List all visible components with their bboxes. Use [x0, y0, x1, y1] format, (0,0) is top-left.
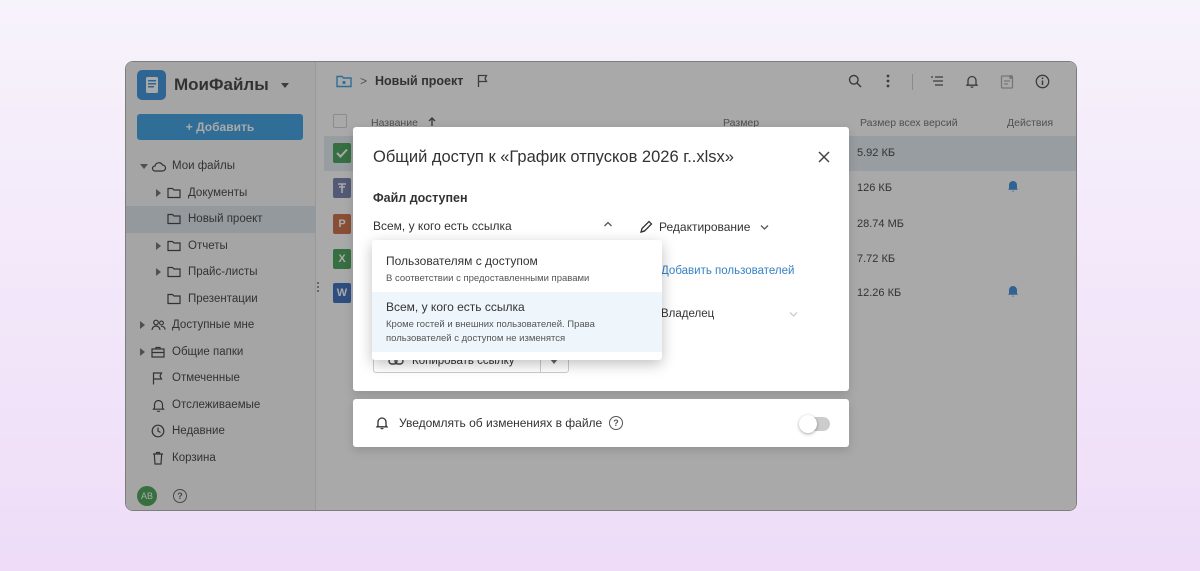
bell-icon — [375, 417, 389, 430]
access-select-value: Всем, у кого есть ссылка — [373, 219, 512, 233]
access-dropdown-menu: Пользователям с доступом В соответствии с… — [372, 240, 662, 360]
dropdown-option[interactable]: Всем, у кого есть ссылка Кроме гостей и в… — [372, 292, 662, 352]
access-select[interactable]: Всем, у кого есть ссылка — [373, 219, 613, 235]
owner-role: Владелец — [661, 308, 715, 320]
dropdown-option-title: Всем, у кого есть ссылка — [386, 300, 525, 314]
notify-toggle[interactable] — [799, 415, 830, 433]
chevron-down-icon — [760, 225, 769, 230]
dropdown-option[interactable]: Пользователям с доступом В соответствии с… — [372, 240, 662, 292]
toggle-knob — [799, 415, 817, 433]
add-users-link[interactable]: Добавить пользователей — [661, 265, 794, 277]
pencil-icon — [640, 220, 653, 233]
close-icon[interactable] — [817, 150, 831, 164]
dropdown-option-title: Пользователям с доступом — [386, 254, 538, 268]
dialog-title: Общий доступ к «График отпусков 2026 г..… — [373, 148, 734, 166]
notify-label: Уведомлять об изменениях в файле — [399, 416, 603, 430]
dropdown-option-description: Кроме гостей и внешних пользователей. Пр… — [386, 319, 595, 344]
access-section-label: Файл доступен — [373, 191, 468, 205]
dropdown-option-description: В соответствии с предоставленными правам… — [386, 273, 590, 284]
permission-value: Редактирование — [659, 220, 751, 234]
chevron-up-icon — [604, 221, 612, 227]
help-icon[interactable]: ? — [609, 416, 623, 430]
chevron-down-icon — [789, 312, 798, 317]
notify-panel: Уведомлять об изменениях в файле ? — [353, 399, 849, 447]
permission-select[interactable]: Редактирование — [639, 219, 769, 235]
app-window: МоиФайлы + Добавить Мои файлы Документы Но… — [125, 61, 1077, 511]
